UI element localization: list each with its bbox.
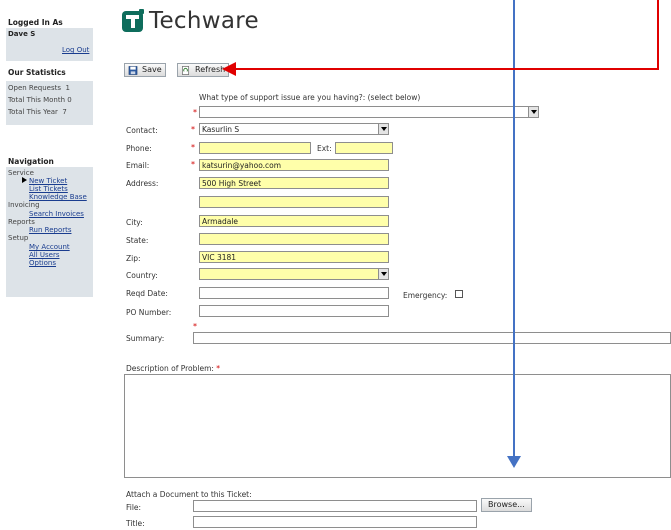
emergency-label: Emergency: — [403, 291, 448, 300]
address-line2-field[interactable] — [199, 196, 389, 208]
red-annotation-arrow-horizontal — [234, 68, 659, 70]
email-label: Email: — [126, 161, 150, 170]
email-field[interactable]: katsurin@yahoo.com — [199, 159, 389, 171]
required-marker: * — [191, 160, 195, 169]
refresh-page-icon — [182, 66, 190, 75]
attach-heading: Attach a Document to this Ticket: — [126, 490, 252, 499]
nav-my-account[interactable]: My Account — [29, 243, 70, 251]
nav-heading: Navigation — [8, 157, 54, 166]
nav-all-users[interactable]: All Users — [29, 251, 60, 259]
required-marker: * — [193, 322, 197, 331]
zip-field[interactable]: VIC 3181 — [199, 251, 389, 263]
required-marker: * — [193, 108, 197, 117]
stat-value: 7 — [62, 108, 67, 116]
state-label: State: — [126, 236, 149, 245]
phone-field[interactable] — [199, 142, 311, 154]
nav-run-reports[interactable]: Run Reports — [29, 226, 72, 234]
nav-section-invoicing: Invoicing — [8, 201, 40, 209]
chevron-down-icon — [528, 107, 538, 117]
stat-total-month: Total This Month 0 — [8, 96, 72, 104]
user-name: Dave S — [8, 30, 36, 38]
nav-new-ticket[interactable]: New Ticket — [29, 177, 67, 185]
po-number-label: PO Number: — [126, 308, 172, 317]
required-marker: * — [216, 364, 221, 373]
state-field[interactable] — [199, 233, 389, 245]
address-label: Address: — [126, 179, 159, 188]
stats-heading: Our Statistics — [8, 68, 66, 77]
nav-knowledge-base[interactable]: Knowledge Base — [29, 193, 87, 201]
reqd-date-field[interactable] — [199, 287, 389, 299]
techware-t-logo-icon — [122, 9, 144, 32]
address-line1-field[interactable]: 500 High Street — [199, 177, 389, 189]
summary-label: Summary: — [126, 334, 165, 343]
issue-type-select[interactable] — [199, 106, 539, 118]
summary-field[interactable] — [193, 332, 671, 344]
nav-search-invoices[interactable]: Search Invoices — [29, 210, 84, 218]
ext-label: Ext: — [317, 144, 332, 153]
chevron-down-icon — [378, 269, 388, 279]
required-marker: * — [191, 125, 195, 134]
emergency-checkbox[interactable] — [455, 290, 463, 298]
stat-label: Open Requests — [8, 84, 62, 92]
chevron-down-icon — [378, 124, 388, 134]
title-field[interactable] — [193, 516, 477, 528]
floppy-disk-icon — [128, 66, 138, 75]
phone-label: Phone: — [126, 144, 152, 153]
city-field[interactable]: Armadale — [199, 215, 389, 227]
country-label: Country: — [126, 271, 158, 280]
save-button[interactable]: Save — [124, 63, 166, 77]
issue-type-prompt: What type of support issue are you havin… — [199, 93, 421, 102]
logo-text: Techware — [149, 8, 259, 34]
save-label: Save — [142, 65, 162, 74]
file-path-field[interactable] — [193, 500, 477, 512]
red-annotation-arrowhead-icon — [222, 62, 236, 76]
contact-value: Kasurlin S — [202, 125, 240, 134]
required-marker: * — [191, 143, 195, 152]
stat-label: Total This Year — [8, 108, 58, 116]
city-label: City: — [126, 218, 143, 227]
red-annotation-arrow-vertical — [657, 0, 659, 70]
nav-section-service: Service — [8, 169, 34, 177]
description-label-text: Description of Problem: — [126, 364, 214, 373]
po-number-field[interactable] — [199, 305, 389, 317]
current-page-arrow-icon — [22, 177, 27, 183]
nav-options[interactable]: Options — [29, 259, 56, 267]
nav-section-setup: Setup — [8, 234, 29, 242]
description-label: Description of Problem: * — [126, 364, 220, 373]
stat-open-requests: Open Requests 1 — [8, 84, 70, 92]
zip-label: Zip: — [126, 254, 141, 263]
stat-label: Total This Month — [8, 96, 66, 104]
nav-section-reports: Reports — [8, 218, 35, 226]
nav-list-tickets[interactable]: List Tickets — [29, 185, 68, 193]
stat-value: 0 — [67, 96, 72, 104]
stat-total-year: Total This Year 7 — [8, 108, 67, 116]
logged-in-heading: Logged In As — [8, 18, 63, 27]
reqd-date-label: Reqd Date: — [126, 289, 168, 298]
file-label: File: — [126, 503, 142, 512]
country-select[interactable] — [199, 268, 389, 280]
blue-annotation-arrowhead-icon — [507, 456, 521, 468]
title-label: Title: — [126, 519, 145, 528]
browse-button[interactable]: Browse... — [481, 498, 532, 512]
ext-field[interactable] — [335, 142, 393, 154]
stat-value: 1 — [65, 84, 70, 92]
refresh-label: Refresh — [195, 65, 226, 74]
contact-label: Contact: — [126, 126, 158, 135]
logout-link[interactable]: Log Out — [62, 46, 89, 54]
description-textarea[interactable] — [124, 374, 671, 478]
contact-select[interactable]: Kasurlin S — [199, 123, 389, 135]
